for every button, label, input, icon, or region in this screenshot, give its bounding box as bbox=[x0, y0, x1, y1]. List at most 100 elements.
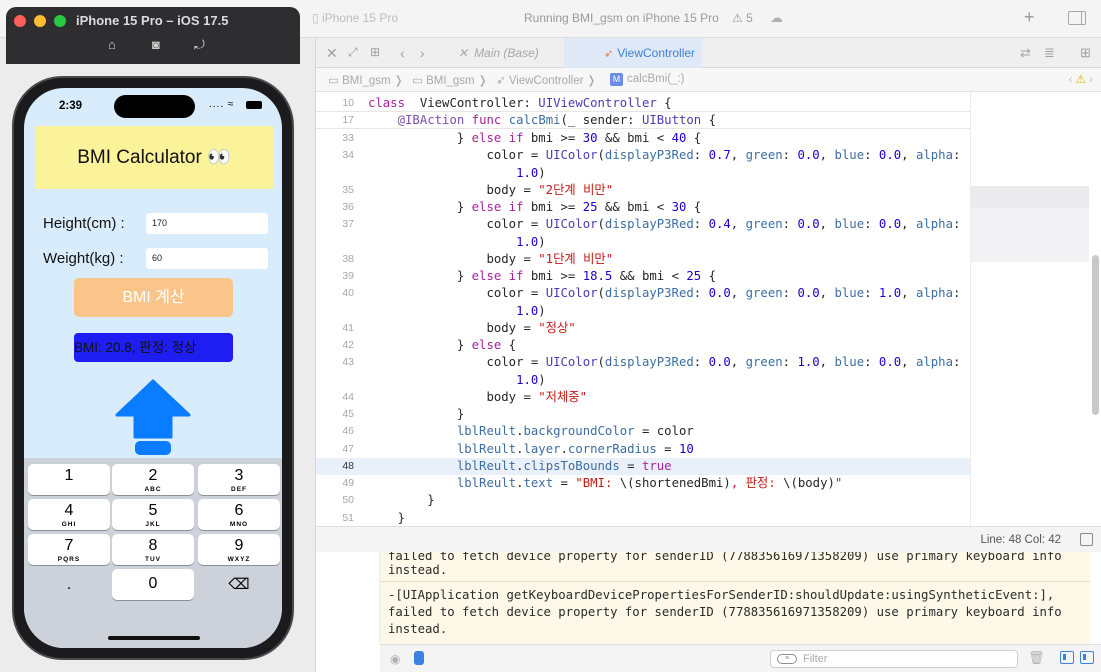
forward-icon[interactable]: › bbox=[420, 45, 425, 61]
close-window-button[interactable] bbox=[14, 15, 26, 27]
delete-icon[interactable]: ⌫ bbox=[198, 569, 280, 600]
key-number: 7 bbox=[64, 537, 74, 554]
code-token: } bbox=[368, 200, 472, 214]
code-token: : bbox=[864, 148, 879, 163]
editor-scrollbar[interactable] bbox=[1092, 255, 1099, 415]
key-7[interactable]: 7 PQRS bbox=[28, 534, 110, 565]
run-destination-label: iPhone 15 Pro bbox=[321, 11, 398, 25]
console-filter-input[interactable]: ≡ Filter bbox=[770, 650, 1018, 668]
code-line[interactable]: 10 class ViewController: UIViewController… bbox=[316, 95, 970, 112]
add-icon[interactable]: + bbox=[1024, 7, 1035, 28]
code-token: , bbox=[901, 217, 916, 232]
grid-icon[interactable]: ⊞ bbox=[370, 45, 380, 59]
code-token: 0.7 bbox=[708, 148, 731, 163]
key-2[interactable]: 2 ABC bbox=[112, 464, 194, 495]
minimap-highlight bbox=[971, 208, 1089, 262]
code-line[interactable]: 33 } else if bmi >= 30 && bmi < 40 { bbox=[316, 130, 970, 147]
back-icon[interactable]: ‹ bbox=[400, 45, 405, 61]
warnings-indicator[interactable]: ⚠ 5 bbox=[732, 11, 753, 25]
right-panel-icon[interactable] bbox=[1080, 651, 1094, 664]
code-token: 0.0 bbox=[878, 148, 902, 163]
code-token: } bbox=[368, 269, 472, 283]
key-4[interactable]: 4 GHI bbox=[28, 499, 110, 530]
code-editor[interactable]: 10 class ViewController: UIViewController… bbox=[316, 92, 970, 526]
code-line[interactable]: 47 lblReult.layer.cornerRadius = 10 bbox=[316, 441, 970, 458]
key-letters: WXYZ bbox=[227, 556, 251, 563]
variables-toggle-icon[interactable] bbox=[414, 651, 424, 665]
key-0[interactable]: 0 bbox=[112, 569, 194, 600]
code-line[interactable]: 38 body = "1단계 비만" bbox=[316, 251, 970, 268]
code-line[interactable]: 41 body = "정상" bbox=[316, 320, 970, 337]
breadcrumb-method[interactable]: McalcBmi(_:) bbox=[610, 73, 685, 86]
breadcrumb-project[interactable]: ▭ BMI_gsm ❭ bbox=[328, 73, 403, 87]
code-line[interactable]: 36 } else if bmi >= 25 && bmi < 30 { bbox=[316, 199, 970, 216]
eye-icon[interactable]: ◉ bbox=[390, 652, 400, 666]
code-line[interactable]: 45 } bbox=[316, 406, 970, 423]
code-token: 1.0 bbox=[516, 372, 539, 387]
key-letters: DEF bbox=[231, 486, 247, 493]
inspector-toggle-icon[interactable] bbox=[1068, 11, 1086, 25]
zoom-window-button[interactable] bbox=[54, 15, 66, 27]
close-icon[interactable]: ✕ bbox=[326, 45, 338, 62]
cloud-icon[interactable]: ☁ bbox=[770, 10, 783, 26]
code-line[interactable]: 1.0) bbox=[316, 234, 970, 251]
key-number: 0 bbox=[148, 575, 158, 592]
code-text: } else if bmi >= 18.5 && bmi < 25 { bbox=[368, 268, 716, 285]
tab-main-base[interactable]: ✕ Main (Base) bbox=[458, 38, 562, 68]
code-token: alpha bbox=[915, 286, 953, 301]
code-line[interactable]: 1.0) bbox=[316, 372, 970, 389]
code-line[interactable]: 1.0) bbox=[316, 165, 970, 182]
key-6[interactable]: 6 MNO bbox=[198, 499, 280, 530]
weight-input[interactable]: 60 bbox=[146, 248, 268, 269]
hide-debug-area-icon[interactable] bbox=[1080, 533, 1093, 546]
key-5[interactable]: 5 JKL bbox=[112, 499, 194, 530]
key-1[interactable]: 1 bbox=[28, 464, 110, 495]
code-line[interactable]: 34 color = UIColor(displayP3Red: 0.7, gr… bbox=[316, 147, 970, 164]
code-line[interactable]: 40 color = UIColor(displayP3Red: 0.0, gr… bbox=[316, 285, 970, 302]
code-token: displayP3Red bbox=[604, 217, 694, 232]
code-line[interactable]: 1.0) bbox=[316, 303, 970, 320]
add-editor-icon[interactable]: ⊞ bbox=[1080, 45, 1091, 61]
issue-navigation[interactable]: ‹ ⚠ › bbox=[1069, 72, 1093, 86]
code-line[interactable]: 50 } bbox=[316, 492, 970, 509]
expand-icon[interactable]: ⤢ bbox=[348, 45, 358, 60]
run-destination[interactable]: ▯ iPhone 15 Pro bbox=[312, 11, 398, 25]
code-token: 0.0 bbox=[797, 148, 820, 163]
rotate-icon[interactable]: ⤾ bbox=[194, 37, 205, 53]
split-editor-icon[interactable]: ⇄ bbox=[1020, 45, 1031, 61]
code-text: } bbox=[368, 510, 405, 527]
code-line[interactable]: 48 lblReult.clipsToBounds = true bbox=[316, 457, 970, 475]
screenshot-icon[interactable]: ◙ bbox=[152, 37, 160, 52]
code-line[interactable]: 46 lblReult.backgroundColor = color bbox=[316, 423, 970, 440]
breadcrumb-group[interactable]: ▭ BMI_gsm ❭ bbox=[412, 73, 487, 87]
code-line[interactable]: 51 } bbox=[316, 510, 970, 527]
code-line[interactable]: 43 color = UIColor(displayP3Red: 0.0, gr… bbox=[316, 354, 970, 371]
tab-viewcontroller[interactable]: ➶ ViewController bbox=[564, 38, 702, 68]
home-indicator[interactable] bbox=[108, 636, 200, 640]
height-input[interactable]: 170 bbox=[146, 213, 268, 234]
key-8[interactable]: 8 TUV bbox=[112, 534, 194, 565]
code-line[interactable]: 49 lblReult.text = "BMI: \(shortenedBmi)… bbox=[316, 475, 970, 492]
editor-options-icon[interactable]: ≣ bbox=[1044, 45, 1055, 61]
left-panel-icon[interactable] bbox=[1060, 651, 1074, 664]
key-dot[interactable]: . bbox=[28, 569, 110, 600]
code-line[interactable]: 37 color = UIColor(displayP3Red: 0.4, gr… bbox=[316, 216, 970, 233]
bmi-calculate-button[interactable]: BMI 계산 bbox=[74, 278, 233, 317]
minimap[interactable] bbox=[970, 92, 1101, 526]
key-9[interactable]: 9 WXYZ bbox=[198, 534, 280, 565]
filter-icon: ≡ bbox=[777, 654, 797, 664]
code-line[interactable]: 17 @IBAction func calcBmi(_ sender: UIBu… bbox=[316, 112, 970, 129]
home-icon[interactable]: ⌂ bbox=[108, 37, 116, 52]
debug-console[interactable]: failed to fetch device property for send… bbox=[380, 552, 1090, 644]
code-token: = bbox=[656, 441, 679, 456]
minimize-window-button[interactable] bbox=[34, 15, 46, 27]
console-separator bbox=[380, 581, 1090, 582]
code-text: body = "저체중" bbox=[368, 389, 587, 406]
code-line[interactable]: 42 } else { bbox=[316, 337, 970, 354]
trash-icon[interactable]: 🗑 bbox=[1028, 650, 1045, 666]
key-3[interactable]: 3 DEF bbox=[198, 464, 280, 495]
code-line[interactable]: 44 body = "저체중" bbox=[316, 389, 970, 406]
code-line[interactable]: 35 body = "2단계 비만" bbox=[316, 182, 970, 199]
code-line[interactable]: 39 } else if bmi >= 18.5 && bmi < 25 { bbox=[316, 268, 970, 285]
breadcrumb-file[interactable]: ➶ ViewController ❭ bbox=[496, 73, 596, 87]
